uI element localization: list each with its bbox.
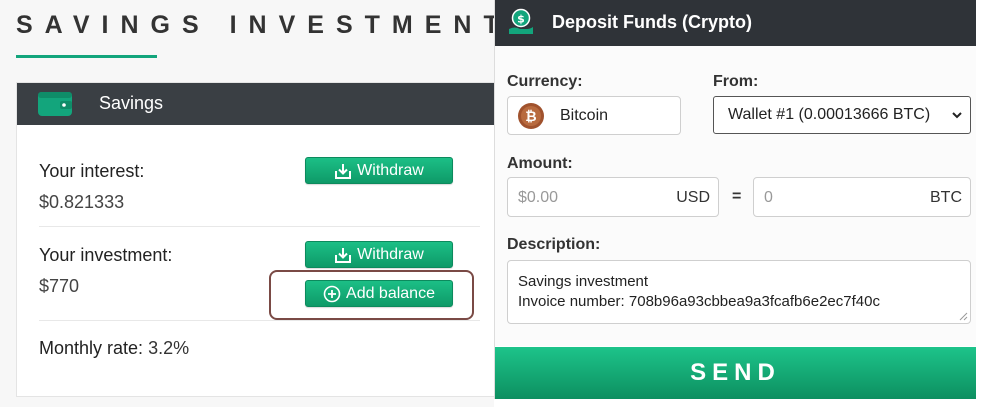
- withdraw-investment-button[interactable]: Withdraw: [305, 241, 453, 268]
- withdraw-investment-label: Withdraw: [357, 245, 424, 263]
- interest-value: $0.821333: [39, 192, 125, 212]
- wallet-icon: [38, 92, 72, 116]
- monthly-rate-label: Monthly rate:: [39, 338, 144, 358]
- amount-usd-input[interactable]: $0.00 USD: [507, 177, 719, 217]
- monthly-rate-value: 3.2%: [148, 338, 190, 358]
- currency-value: Bitcoin: [560, 107, 609, 124]
- currency-label: Currency:: [507, 73, 583, 90]
- from-wallet-select[interactable]: Wallet #1 (0.00013666 BTC): [713, 96, 971, 134]
- usd-unit: USD: [676, 189, 710, 206]
- description-line: Invoice number: 708b96a93cbbea9a3fcafb6e…: [518, 293, 880, 310]
- title-underline: [16, 55, 157, 58]
- highlight-annotation: [269, 270, 474, 320]
- savings-card-title: Savings: [99, 93, 164, 113]
- description-line: Savings investment: [518, 273, 649, 290]
- investment-label: Your investment:: [39, 245, 173, 265]
- monthly-rate: Monthly rate: 3.2%: [39, 338, 189, 359]
- savings-card: Savings Your interest: $0.821333 Withdra…: [16, 82, 494, 397]
- investment-value: $770: [39, 276, 80, 296]
- withdraw-interest-label: Withdraw: [357, 161, 424, 179]
- chevron-down-icon: [952, 112, 962, 119]
- amount-label: Amount:: [507, 155, 573, 172]
- savings-card-header: Savings: [17, 83, 494, 125]
- from-wallet-value: Wallet #1 (0.00013666 BTC): [728, 106, 931, 123]
- modal-body: Currency: From: ₿ Bitcoin Wallet #1 (0.0…: [495, 46, 976, 346]
- currency-field[interactable]: ₿ Bitcoin: [507, 96, 681, 135]
- savings-panel: SAVINGS INVESTMENT Savings Your interest…: [0, 0, 499, 407]
- equals-sign: =: [732, 188, 742, 205]
- description-label: Description:: [507, 236, 601, 253]
- description-textarea[interactable]: Savings investment Invoice number: 708b9…: [507, 260, 971, 324]
- divider: [39, 320, 480, 321]
- coin-hand-icon: $: [509, 8, 533, 34]
- svg-text:$: $: [517, 13, 525, 26]
- divider: [39, 226, 480, 227]
- amount-btc-placeholder: 0: [764, 189, 773, 206]
- download-icon: [335, 163, 352, 179]
- amount-usd-placeholder: $0.00: [518, 189, 559, 206]
- modal-header: $ Deposit Funds (Crypto): [495, 0, 976, 46]
- deposit-modal: $ Deposit Funds (Crypto) Currency: From:…: [494, 0, 976, 399]
- from-label: From:: [713, 73, 759, 90]
- withdraw-interest-button[interactable]: Withdraw: [305, 157, 453, 184]
- resize-grip-icon[interactable]: [959, 312, 968, 321]
- interest-label: Your interest:: [39, 161, 145, 181]
- page-title: SAVINGS INVESTMENT: [16, 11, 511, 39]
- send-button[interactable]: SEND: [495, 347, 976, 399]
- amount-btc-input[interactable]: 0 BTC: [753, 177, 971, 217]
- download-icon: [335, 247, 352, 263]
- modal-title: Deposit Funds (Crypto): [552, 12, 752, 32]
- btc-unit: BTC: [930, 189, 962, 206]
- svg-text:₿: ₿: [525, 109, 536, 125]
- bitcoin-icon: ₿: [518, 103, 544, 129]
